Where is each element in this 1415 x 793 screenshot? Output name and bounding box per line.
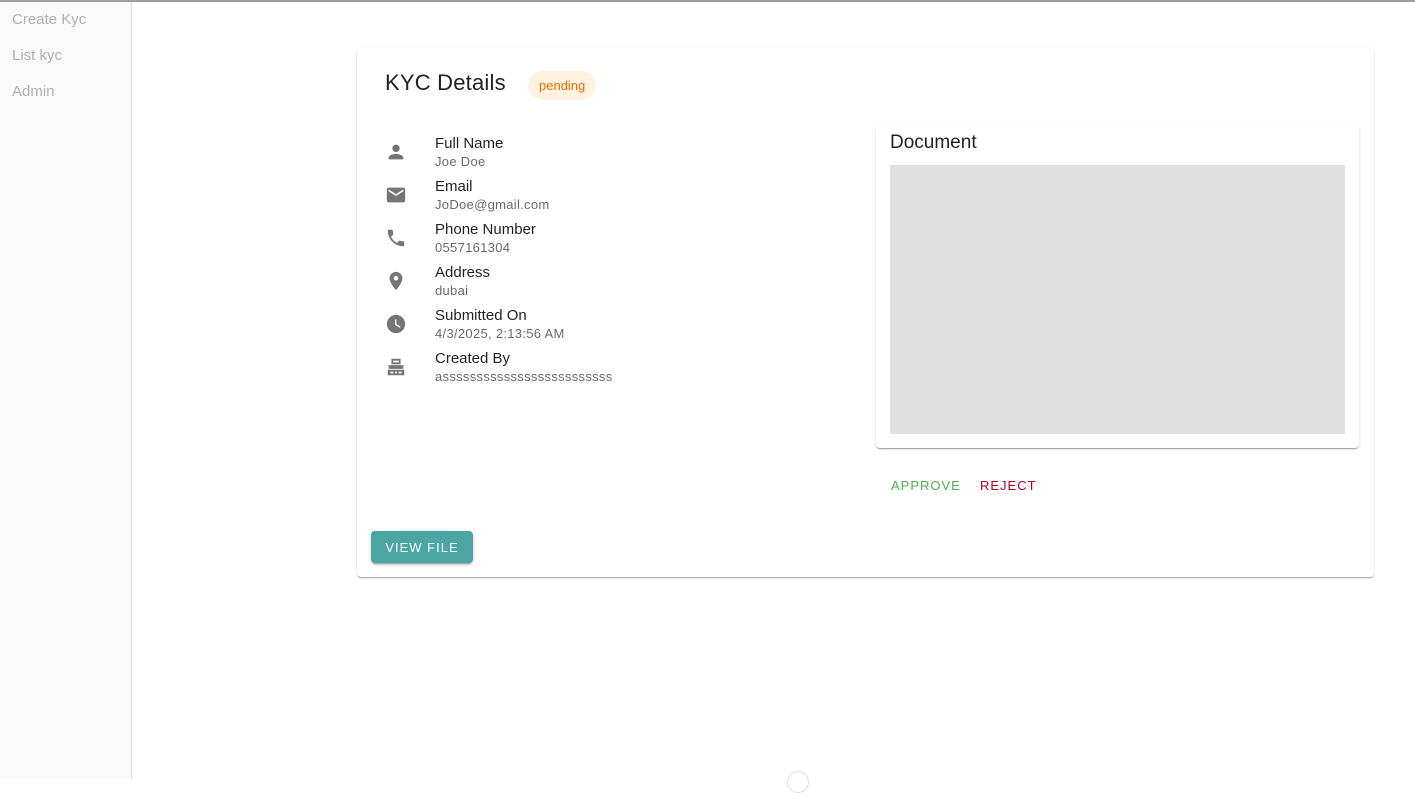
approve-button[interactable]: APPROVE — [883, 474, 969, 496]
reject-button[interactable]: REJECT — [972, 474, 1045, 496]
top-border — [0, 0, 1415, 2]
list-item-full-name: Full Name Joe Doe — [385, 135, 845, 178]
field-label: Full Name — [435, 135, 504, 152]
phone-icon — [385, 227, 407, 249]
field-value: JoDoe@gmail.com — [435, 197, 550, 212]
field-value: 0557161304 — [435, 240, 511, 255]
clock-icon — [385, 313, 407, 335]
location-icon — [385, 270, 407, 292]
list-item-email: Email JoDoe@gmail.com — [385, 178, 845, 221]
status-badge: pending — [528, 71, 597, 100]
field-value: asssssssssssssssssssssssss — [435, 369, 613, 384]
person-icon — [385, 141, 407, 163]
info-list: Full Name Joe Doe Email JoDoe@gmail.com … — [385, 135, 845, 393]
floating-indicator[interactable] — [787, 771, 809, 793]
page-title: KYC Details — [385, 70, 506, 95]
document-preview — [890, 165, 1345, 434]
field-value: 4/3/2025, 2:13:56 AM — [435, 326, 565, 341]
badge-icon — [385, 356, 407, 378]
sidebar: Create Kyc List kyc Admin — [0, 2, 132, 779]
kyc-details-card: KYC Details pending Full Name Joe Doe Em… — [357, 48, 1374, 577]
document-title: Document — [890, 132, 977, 153]
document-card: Document — [876, 126, 1359, 448]
field-label: Created By — [435, 350, 511, 367]
sidebar-item-list-kyc[interactable]: List kyc — [0, 38, 131, 74]
field-label: Email — [435, 178, 473, 195]
list-item-phone: Phone Number 0557161304 — [385, 221, 845, 264]
list-item-submitted-on: Submitted On 4/3/2025, 2:13:56 AM — [385, 307, 845, 350]
field-label: Submitted On — [435, 307, 527, 324]
sidebar-item-create-kyc[interactable]: Create Kyc — [0, 2, 131, 38]
list-item-address: Address dubai — [385, 264, 845, 307]
field-label: Phone Number — [435, 221, 536, 238]
field-label: Address — [435, 264, 491, 281]
view-file-button[interactable]: VIEW FILE — [371, 531, 473, 563]
field-value: Joe Doe — [435, 154, 486, 169]
sidebar-item-admin[interactable]: Admin — [0, 74, 131, 110]
field-value: dubai — [435, 283, 469, 298]
email-icon — [385, 184, 407, 206]
list-item-created-by: Created By asssssssssssssssssssssssss — [385, 350, 845, 393]
